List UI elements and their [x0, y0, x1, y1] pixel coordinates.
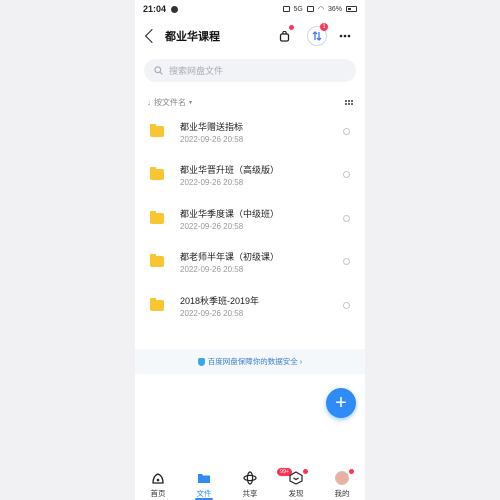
network-label: 5G [293, 5, 303, 13]
select-radio[interactable] [343, 171, 350, 178]
file-row[interactable]: 2018秋季班-2019年 2022-09-26 20:58 [135, 288, 365, 328]
search-icon [154, 66, 163, 75]
sort-bar: ↓ 按文件名 ▾ [147, 96, 353, 108]
select-radio[interactable] [343, 258, 350, 265]
file-row[interactable]: 都业华季度课（中级班） 2022-09-26 20:58 [135, 201, 365, 241]
file-row[interactable]: 都老师半年课（初级课） 2022-09-26 20:58 [135, 244, 365, 284]
share-icon [243, 471, 257, 485]
header: 都业华课程 1 [135, 22, 365, 50]
file-name: 都业华赠送指标 [180, 122, 244, 132]
file-date: 2022-09-26 20:58 [180, 222, 244, 231]
folder-icon [150, 211, 164, 224]
bottom-tab-bar: 首页 文件 99+ 共享 发现 我的 [135, 466, 365, 500]
folder-icon [197, 471, 211, 485]
file-name: 都老师半年课（初级课） [180, 252, 280, 262]
chevron-down-icon[interactable]: ▾ [189, 99, 192, 106]
tab-share[interactable]: 99+ 共享 [227, 466, 293, 500]
file-date: 2022-09-26 20:58 [180, 309, 244, 318]
tab-label: 首页 [150, 489, 166, 498]
mine-red-dot [349, 469, 354, 474]
phone-screen: 21:04 5G ◠ 36% 都业华课程 1 搜索网盘文件 ↓ 按文件名 ▾ 都… [135, 0, 365, 500]
tab-label: 共享 [242, 489, 258, 498]
file-date: 2022-09-26 20:58 [180, 265, 244, 274]
sort-label[interactable]: 按文件名 [154, 97, 186, 108]
grid-view-icon[interactable] [345, 99, 353, 105]
upload-badge: 1 [320, 23, 328, 31]
wifi-icon: ◠ [317, 6, 324, 13]
search-input[interactable] [169, 65, 339, 76]
tab-mine[interactable]: 我的 [319, 466, 365, 500]
battery-icon [346, 6, 357, 12]
file-row[interactable]: 都业华赠送指标 2022-09-26 20:58 [135, 114, 365, 154]
add-button[interactable]: + [326, 388, 356, 418]
file-row[interactable]: 都业华晋升班（高级版） 2022-09-26 20:58 [135, 157, 365, 197]
safety-text: 百度网盘保障你的数据安全 › [207, 357, 303, 366]
tab-label: 我的 [334, 489, 350, 498]
more-button[interactable] [335, 26, 355, 46]
notification-icon [171, 5, 179, 13]
search-bar[interactable] [144, 59, 356, 82]
tab-discover[interactable]: 发现 [273, 466, 319, 500]
status-bar: 21:04 5G ◠ 36% [135, 0, 365, 18]
tab-home[interactable]: 首页 [135, 466, 181, 500]
plus-icon: + [335, 392, 347, 414]
discover-icon [289, 471, 303, 485]
discover-red-dot [303, 469, 308, 474]
bag-icon [279, 30, 289, 42]
folder-icon [150, 298, 164, 311]
back-icon[interactable] [144, 28, 160, 44]
avatar [335, 471, 349, 485]
shield-icon [197, 357, 205, 366]
tab-files[interactable]: 文件 [181, 466, 227, 500]
folder-icon [150, 254, 164, 267]
file-date: 2022-09-26 20:58 [180, 178, 244, 187]
select-radio[interactable] [343, 215, 350, 222]
file-name: 都业华晋升班（高级版） [180, 165, 280, 175]
more-dots-icon [339, 34, 351, 38]
data-safety-banner[interactable]: 百度网盘保障你的数据安全 › [135, 349, 365, 374]
page-title: 都业华课程 [165, 31, 220, 43]
vibrate-icon [282, 6, 290, 12]
status-time: 21:04 [143, 4, 167, 14]
folder-icon [150, 167, 164, 180]
sort-arrow-icon: ↓ [147, 97, 151, 107]
signal-icon [306, 6, 314, 12]
upload-list-button[interactable]: 1 [307, 23, 328, 46]
file-name: 都业华季度课（中级班） [180, 209, 280, 219]
avatar-icon [335, 471, 349, 485]
transfer-arrows-icon [312, 31, 322, 41]
transfer-button[interactable] [274, 25, 294, 46]
file-date: 2022-09-26 20:58 [180, 135, 244, 144]
transfer-red-dot [289, 25, 294, 30]
battery-percent: 36% [327, 5, 342, 13]
home-icon [151, 471, 165, 485]
select-radio[interactable] [343, 302, 350, 309]
tab-label: 发现 [288, 489, 304, 498]
status-icons: 5G ◠ 36% [282, 5, 357, 13]
file-name: 2018秋季班-2019年 [180, 296, 260, 306]
select-radio[interactable] [343, 128, 350, 135]
folder-icon [150, 124, 164, 137]
